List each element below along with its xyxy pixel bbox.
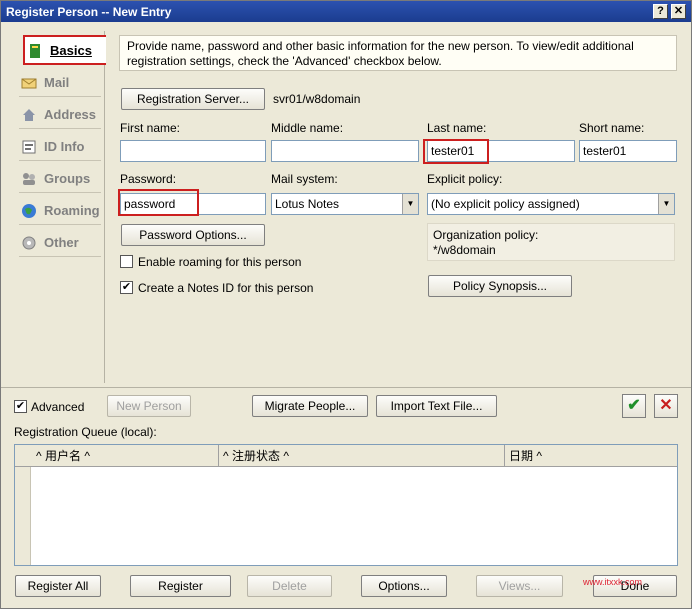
checkmark-icon[interactable]: ✔ bbox=[622, 394, 646, 418]
new-person-button[interactable]: New Person bbox=[107, 395, 191, 417]
explicit-policy-label: Explicit policy: bbox=[427, 172, 503, 186]
options-button[interactable]: Options... bbox=[361, 575, 447, 597]
other-icon bbox=[22, 236, 36, 250]
mail-icon bbox=[21, 78, 37, 89]
sidebar-item-address[interactable]: Address bbox=[19, 101, 101, 129]
sidebar-item-id-info[interactable]: ID Info bbox=[19, 133, 101, 161]
organization-policy-value: */w8domain bbox=[433, 243, 496, 257]
groups-icon bbox=[23, 173, 35, 185]
password-highlight bbox=[118, 189, 199, 216]
window-title: Register Person -- New Entry bbox=[6, 5, 172, 19]
table-header: ^ 用户名 ^ ^ 注册状态 ^ 日期 ^ bbox=[15, 445, 677, 467]
register-all-button[interactable]: Register All bbox=[15, 575, 101, 597]
sidebar: Basics Mail Address ID Info Groups Roami… bbox=[15, 31, 117, 383]
info-text: Provide name, password and other basic i… bbox=[119, 35, 677, 71]
advanced-checkbox[interactable]: ✔ bbox=[14, 400, 27, 413]
organization-policy-label: Organization policy: bbox=[433, 228, 539, 242]
explicit-policy-select[interactable]: (No explicit policy assigned) ▼ bbox=[427, 193, 675, 215]
last-name-highlight bbox=[423, 139, 489, 164]
help-button[interactable]: ? bbox=[653, 4, 668, 19]
middle-name-label: Middle name: bbox=[271, 121, 344, 135]
sidebar-item-label: Mail bbox=[44, 75, 70, 90]
register-person-dialog: Register Person -- New Entry ? ✕ Basics … bbox=[0, 0, 692, 609]
sidebar-item-mail[interactable]: Mail bbox=[19, 69, 101, 97]
registration-server-button[interactable]: Registration Server... bbox=[121, 88, 265, 110]
sort-up-icon: ^ bbox=[283, 449, 289, 463]
advanced-label: Advanced bbox=[31, 400, 85, 414]
sidebar-item-label: Other bbox=[44, 235, 79, 250]
watermark: www.itxxk.com bbox=[583, 577, 643, 587]
registration-queue-label: Registration Queue (local): bbox=[14, 425, 157, 439]
close-button[interactable]: ✕ bbox=[671, 4, 686, 19]
create-notes-id-checkbox[interactable]: ✔ bbox=[120, 281, 133, 294]
password-label: Password: bbox=[120, 172, 177, 186]
mail-system-select[interactable]: Lotus Notes ▼ bbox=[271, 193, 419, 215]
sidebar-item-basics[interactable]: Basics bbox=[23, 35, 117, 65]
registration-queue-table[interactable]: ^ 用户名 ^ ^ 注册状态 ^ 日期 ^ bbox=[14, 444, 678, 566]
address-icon bbox=[23, 109, 35, 121]
sidebar-item-label: Basics bbox=[50, 43, 92, 58]
mail-system-value: Lotus Notes bbox=[275, 197, 340, 211]
sidebar-item-label: Address bbox=[44, 107, 97, 122]
sort-up-icon: ^ bbox=[536, 449, 542, 463]
views-button[interactable]: Views... bbox=[476, 575, 563, 597]
password-field[interactable]: password bbox=[118, 189, 266, 216]
first-name-field[interactable] bbox=[120, 140, 266, 162]
sort-up-icon: ^ bbox=[36, 449, 42, 463]
short-name-label: Short name: bbox=[579, 121, 645, 135]
mail-system-label: Mail system: bbox=[271, 172, 338, 186]
column-header-label: 日期 bbox=[509, 449, 534, 463]
create-notes-id-label: Create a Notes ID for this person bbox=[138, 281, 314, 295]
sidebar-item-label: Roaming bbox=[44, 203, 100, 218]
enable-roaming-label: Enable roaming for this person bbox=[138, 255, 302, 269]
sidebar-item-label: ID Info bbox=[44, 139, 85, 154]
register-button[interactable]: Register bbox=[130, 575, 231, 597]
divider bbox=[1, 387, 691, 388]
import-text-file-button[interactable]: Import Text File... bbox=[376, 395, 497, 417]
chevron-down-icon[interactable]: ▼ bbox=[658, 194, 674, 214]
enable-roaming-checkbox[interactable] bbox=[120, 255, 133, 268]
middle-name-field[interactable] bbox=[271, 140, 419, 162]
sidebar-item-other[interactable]: Other bbox=[19, 229, 101, 257]
roaming-icon bbox=[22, 204, 36, 218]
explicit-policy-value: (No explicit policy assigned) bbox=[431, 197, 580, 211]
column-header-date[interactable]: 日期 ^ bbox=[504, 445, 662, 467]
id-info-icon bbox=[22, 140, 36, 154]
sidebar-item-label: Groups bbox=[44, 171, 91, 186]
migrate-people-button[interactable]: Migrate People... bbox=[252, 395, 368, 417]
title-bar: Register Person -- New Entry ? ✕ bbox=[1, 1, 691, 22]
organization-policy-box: Organization policy: */w8domain bbox=[427, 223, 675, 261]
sort-up-icon: ^ bbox=[223, 449, 229, 463]
registration-server-value: svr01/w8domain bbox=[273, 92, 361, 106]
cancel-icon[interactable]: ✕ bbox=[654, 394, 678, 418]
last-name-field[interactable]: tester01 bbox=[423, 139, 575, 164]
first-name-label: First name: bbox=[120, 121, 181, 135]
delete-button[interactable]: Delete bbox=[247, 575, 332, 597]
chevron-down-icon[interactable]: ▼ bbox=[402, 194, 418, 214]
short-name-field[interactable]: tester01 bbox=[579, 140, 677, 162]
column-header-label: 用户名 bbox=[44, 449, 81, 463]
sort-up-icon: ^ bbox=[84, 449, 90, 463]
column-header-label: 注册状态 bbox=[231, 449, 280, 463]
row-header-column bbox=[15, 467, 31, 565]
sidebar-item-groups[interactable]: Groups bbox=[19, 165, 101, 193]
basics-icon bbox=[30, 44, 40, 58]
policy-synopsis-button[interactable]: Policy Synopsis... bbox=[428, 275, 572, 297]
column-header-username[interactable]: ^ 用户名 ^ bbox=[32, 445, 218, 467]
password-options-button[interactable]: Password Options... bbox=[121, 224, 265, 246]
column-header-status[interactable]: ^ 注册状态 ^ bbox=[218, 445, 504, 467]
sidebar-item-roaming[interactable]: Roaming bbox=[19, 197, 101, 225]
last-name-label: Last name: bbox=[427, 121, 487, 135]
